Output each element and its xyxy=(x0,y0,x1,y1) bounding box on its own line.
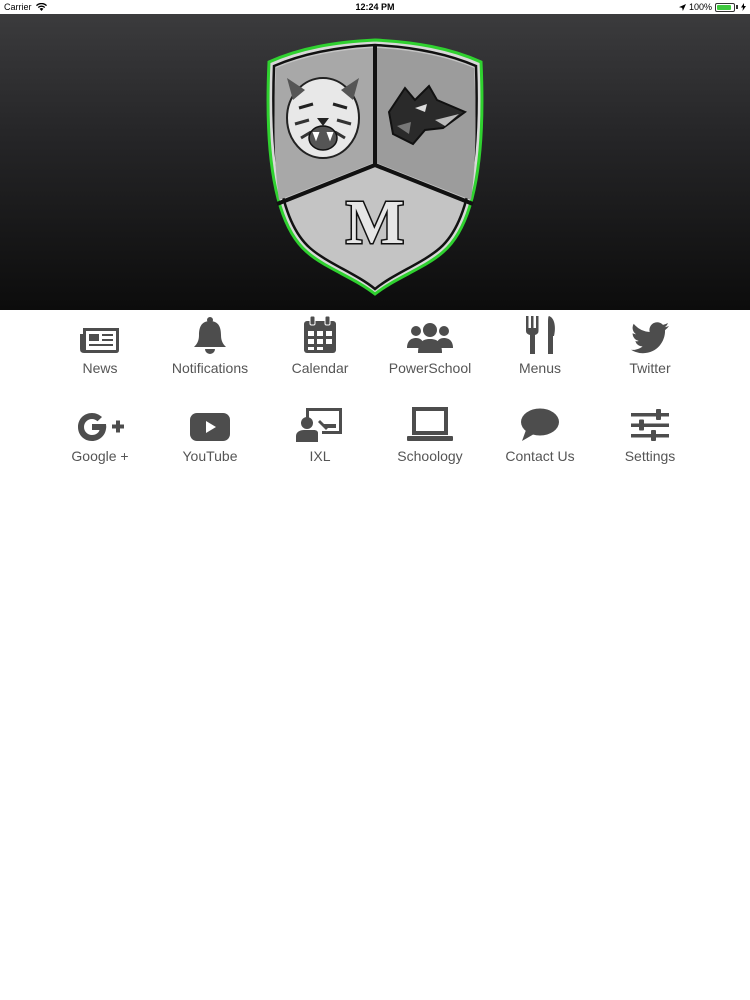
tile-label: Twitter xyxy=(629,360,671,376)
tile-label: Calendar xyxy=(291,360,349,376)
tile-contact-us[interactable]: Contact Us xyxy=(485,398,595,486)
location-arrow-icon xyxy=(678,3,686,11)
tile-label: IXL xyxy=(309,448,331,464)
newspaper-icon xyxy=(70,310,130,354)
status-bar: Carrier 12:24 PM 100% xyxy=(0,0,750,14)
school-crest-logo: M xyxy=(266,38,484,296)
tile-label: Google + xyxy=(71,448,129,464)
tile-google-plus[interactable]: Google + xyxy=(45,398,155,486)
tiger-mascot xyxy=(286,77,360,159)
tile-schoology[interactable]: Schoology xyxy=(375,398,485,486)
tile-label: PowerSchool xyxy=(388,360,472,376)
tile-label: Schoology xyxy=(397,448,463,464)
laptop-icon xyxy=(400,398,460,442)
tile-menus[interactable]: Menus xyxy=(485,310,595,398)
sliders-icon xyxy=(620,398,680,442)
clock: 12:24 PM xyxy=(355,2,395,12)
battery-percent: 100% xyxy=(688,2,712,12)
youtube-icon xyxy=(180,398,240,442)
battery-tip xyxy=(736,5,738,9)
hero-banner: M xyxy=(0,14,750,310)
tile-calendar[interactable]: Calendar xyxy=(265,310,375,398)
tile-twitter[interactable]: Twitter xyxy=(595,310,705,398)
users-icon xyxy=(400,310,460,354)
calendar-icon xyxy=(290,310,350,354)
fork-knife-icon xyxy=(510,310,570,354)
tile-notifications[interactable]: Notifications xyxy=(155,310,265,398)
tile-label: Notifications xyxy=(171,360,249,376)
tile-label: Menus xyxy=(518,360,562,376)
google-plus-icon xyxy=(70,398,130,442)
battery-icon xyxy=(715,2,735,12)
crest-letter: M xyxy=(346,189,405,257)
presenter-icon xyxy=(290,398,350,442)
tile-label: News xyxy=(82,360,118,376)
bell-icon xyxy=(180,310,240,354)
chat-bubble-icon xyxy=(510,398,570,442)
battery-fill xyxy=(717,4,731,10)
tile-label: Settings xyxy=(624,448,676,464)
app-menu-grid: News Notifications Calendar PowerSchool … xyxy=(45,310,705,486)
twitter-icon xyxy=(620,310,680,354)
tile-youtube[interactable]: YouTube xyxy=(155,398,265,486)
tile-news[interactable]: News xyxy=(45,310,155,398)
tile-label: YouTube xyxy=(182,448,238,464)
tile-ixl[interactable]: IXL xyxy=(265,398,375,486)
charging-bolt-icon xyxy=(741,3,746,11)
tile-label: Contact Us xyxy=(505,448,575,464)
tile-powerschool[interactable]: PowerSchool xyxy=(375,310,485,398)
tile-settings[interactable]: Settings xyxy=(595,398,705,486)
